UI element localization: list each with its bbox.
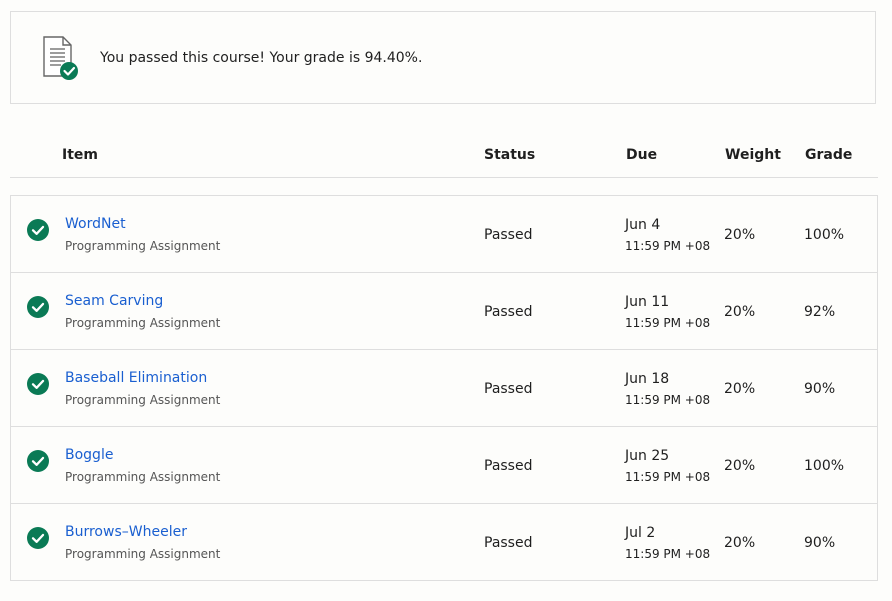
weight-value: 20% xyxy=(724,458,756,474)
course-passed-banner: You passed this course! Your grade is 94… xyxy=(10,11,876,104)
header-grade: Grade xyxy=(805,147,853,163)
due-date: Jun 4 xyxy=(625,217,661,233)
due-date: Jun 11 xyxy=(625,294,670,310)
due-date: Jun 25 xyxy=(625,448,670,464)
check-circle-icon xyxy=(27,527,49,549)
status-text: Passed xyxy=(484,227,533,243)
check-circle-icon xyxy=(27,373,49,395)
table-header: Item Status Due Weight Grade xyxy=(10,130,878,178)
assignment-link[interactable]: Burrows–Wheeler xyxy=(65,524,187,540)
status-text: Passed xyxy=(484,304,533,320)
document-check-icon xyxy=(41,34,81,86)
due-time: 11:59 PM +08 xyxy=(625,547,711,561)
due-time: 11:59 PM +08 xyxy=(625,393,711,407)
assignment-type: Programming Assignment xyxy=(65,393,221,407)
grade-message: You passed this course! Your grade is 94… xyxy=(100,50,423,66)
header-weight: Weight xyxy=(725,147,781,163)
table-row: Burrows–Wheeler Programming Assignment P… xyxy=(11,504,877,581)
header-status: Status xyxy=(484,147,536,163)
grade-value: 100% xyxy=(804,227,845,243)
table-row: WordNet Programming Assignment Passed Ju… xyxy=(11,196,877,273)
check-circle-icon xyxy=(27,450,49,472)
weight-value: 20% xyxy=(724,304,756,320)
assignment-link[interactable]: Seam Carving xyxy=(65,293,163,309)
assignment-type: Programming Assignment xyxy=(65,470,221,484)
assignment-link[interactable]: Boggle xyxy=(65,447,113,463)
grade-value: 92% xyxy=(804,304,836,320)
due-date: Jun 18 xyxy=(625,371,670,387)
grade-value: 90% xyxy=(804,381,836,397)
due-time: 11:59 PM +08 xyxy=(625,239,711,253)
due-date: Jul 2 xyxy=(625,525,656,541)
weight-value: 20% xyxy=(724,227,756,243)
table-row: Seam Carving Programming Assignment Pass… xyxy=(11,273,877,350)
header-item: Item xyxy=(62,147,98,163)
due-time: 11:59 PM +08 xyxy=(625,316,711,330)
status-text: Passed xyxy=(484,381,533,397)
assignment-type: Programming Assignment xyxy=(65,547,221,561)
status-text: Passed xyxy=(484,458,533,474)
weight-value: 20% xyxy=(724,381,756,397)
check-circle-icon xyxy=(27,219,49,241)
due-time: 11:59 PM +08 xyxy=(625,470,711,484)
grade-value: 90% xyxy=(804,535,836,551)
weight-value: 20% xyxy=(724,535,756,551)
grades-table: WordNet Programming Assignment Passed Ju… xyxy=(10,195,878,581)
grade-value: 100% xyxy=(804,458,845,474)
status-text: Passed xyxy=(484,535,533,551)
assignment-link[interactable]: Baseball Elimination xyxy=(65,370,207,386)
assignment-link[interactable]: WordNet xyxy=(65,216,126,232)
assignment-type: Programming Assignment xyxy=(65,239,221,253)
assignment-type: Programming Assignment xyxy=(65,316,221,330)
check-circle-icon xyxy=(27,296,49,318)
header-due: Due xyxy=(626,147,658,163)
table-row: Baseball Elimination Programming Assignm… xyxy=(11,350,877,427)
table-row: Boggle Programming Assignment Passed Jun… xyxy=(11,427,877,504)
